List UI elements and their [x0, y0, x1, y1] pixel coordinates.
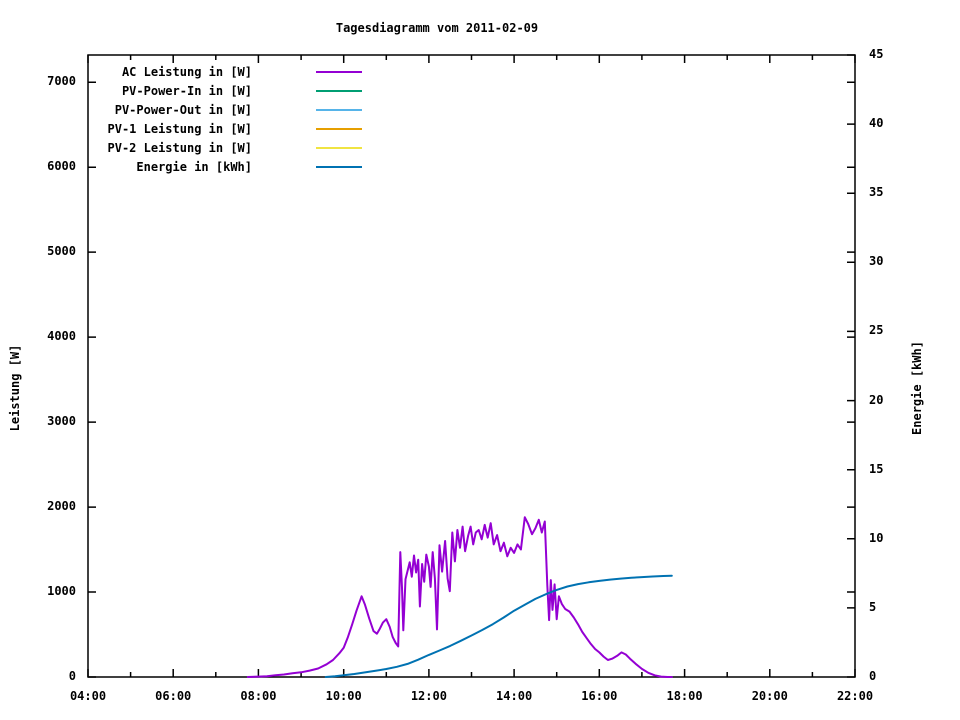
- legend-line-swatch: [316, 146, 362, 149]
- legend-item: PV-Power-In in [W]: [88, 81, 362, 100]
- y2-tick-label: 15: [869, 461, 884, 476]
- series-energie: [324, 574, 673, 678]
- legend-label: AC Leistung in [W]: [121, 64, 252, 79]
- legend-item: Energie in [kWh]: [88, 157, 362, 176]
- y1-tick-label: 7000: [47, 74, 76, 89]
- y1-tick-label: 1000: [47, 584, 76, 599]
- legend-item: AC Leistung in [W]: [88, 62, 362, 81]
- x-tick-label: 18:00: [666, 689, 703, 703]
- x-tick-label: 10:00: [325, 689, 362, 703]
- y2-tick-label: 45: [869, 47, 884, 61]
- x-tick-label: 06:00: [155, 689, 192, 703]
- y1-tick-label: 2000: [47, 499, 76, 514]
- legend-item: PV-1 Leistung in [W]: [88, 119, 362, 138]
- y2-tick-label: 40: [869, 116, 884, 131]
- y1-tick-label: 3000: [47, 414, 76, 429]
- x-tick-label: 16:00: [581, 689, 618, 703]
- chart-canvas: Tagesdiagramm vom 2011-02-09 Leistung [W…: [0, 0, 960, 720]
- y2-tick-label: 25: [869, 323, 884, 338]
- x-tick-label: 04:00: [69, 689, 107, 703]
- x-tick-label: 08:00: [240, 689, 277, 703]
- legend: AC Leistung in [W] PV-Power-In in [W] PV-P…: [88, 62, 362, 176]
- legend-item: PV-Power-Out in [W]: [88, 100, 362, 119]
- y2-tick-label: 10: [869, 530, 884, 545]
- legend-line-swatch: [316, 127, 362, 130]
- y1-tick-label: 6000: [47, 159, 76, 174]
- y1-axis-label: Leistung [W]: [8, 344, 22, 432]
- legend-item: PV-2 Leistung in [W]: [88, 138, 362, 157]
- legend-label: Energie in [kWh]: [136, 159, 252, 174]
- legend-line-swatch: [316, 108, 362, 111]
- legend-line-swatch: [316, 70, 362, 73]
- x-tick-label: 14:00: [496, 689, 533, 703]
- legend-label: PV-2 Leistung in [W]: [107, 140, 253, 155]
- chart-title: Tagesdiagramm vom 2011-02-09: [335, 21, 539, 35]
- y1-tick-label: 5000: [47, 244, 76, 259]
- y2-axis-label: Energie [kWh]: [910, 341, 924, 435]
- x-tick-label: 20:00: [751, 689, 788, 703]
- legend-line-swatch: [316, 165, 362, 168]
- y2-tick-label: 0: [869, 669, 877, 683]
- legend-label: PV-1 Leistung in [W]: [107, 121, 253, 136]
- legend-label: PV-Power-In in [W]: [121, 83, 252, 98]
- legend-label: PV-Power-Out in [W]: [114, 102, 252, 117]
- y1-tick-label: 0: [68, 669, 76, 683]
- y1-tick-label: 4000: [47, 329, 76, 344]
- series-ac-leistung: [246, 516, 673, 678]
- y2-tick-label: 20: [869, 392, 884, 407]
- y2-tick-label: 5: [869, 599, 877, 614]
- x-tick-label: 22:00: [836, 689, 874, 703]
- legend-line-swatch: [316, 89, 362, 92]
- y2-tick-label: 30: [869, 254, 884, 269]
- y2-tick-label: 35: [869, 185, 884, 200]
- x-tick-label: 12:00: [410, 689, 447, 703]
